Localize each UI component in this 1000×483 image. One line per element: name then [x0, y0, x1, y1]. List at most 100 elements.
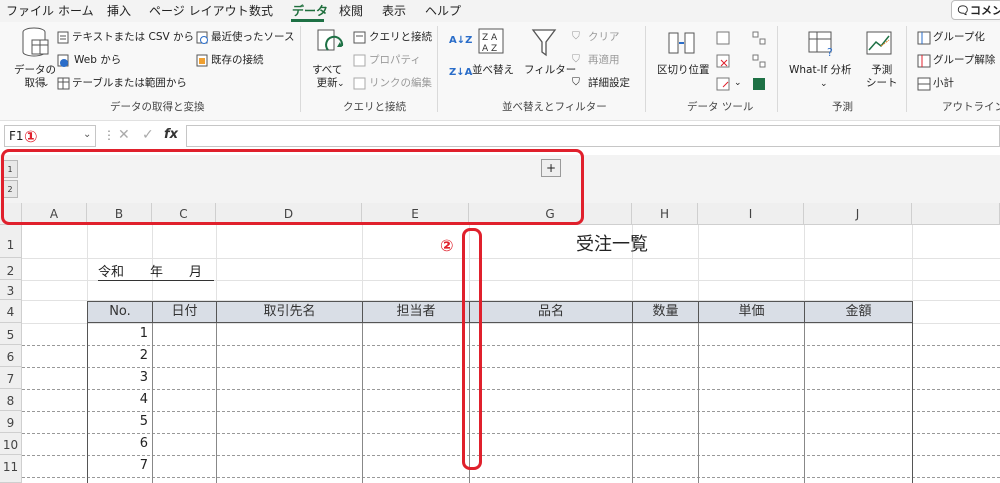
chevron-down-icon: ⌄ [820, 79, 828, 89]
row-number-cell[interactable]: 2 [108, 348, 148, 363]
row-number-cell[interactable]: 3 [108, 370, 148, 385]
properties-button[interactable]: プロパティ [369, 54, 421, 67]
consolidate-icon[interactable] [752, 31, 766, 45]
table-header-cell[interactable]: No. [87, 301, 153, 323]
table-header-cell[interactable]: 日付 [152, 301, 217, 323]
row-number-cell[interactable]: 5 [108, 414, 148, 429]
row-number-cell[interactable]: 6 [108, 436, 148, 451]
row-header[interactable]: 7 [0, 367, 22, 389]
recent-sources-icon [196, 31, 208, 44]
group-label-forecast: 予測 [832, 101, 853, 113]
sort-asc-icon[interactable]: A↓Z [449, 34, 472, 47]
row-header[interactable]: 10 [0, 433, 22, 455]
chevron-down-icon: ⌄ [734, 78, 742, 88]
clear-button[interactable]: クリア [588, 31, 620, 44]
table-header-cell[interactable]: 品名 [469, 301, 633, 323]
advanced-button[interactable]: 詳細設定 [588, 77, 630, 90]
menu-page-layout[interactable]: ページ レイアウト [149, 4, 249, 18]
cancel-icon[interactable]: ✕ [118, 127, 130, 143]
column-header[interactable]: J [804, 203, 912, 225]
menu-formulas[interactable]: 数式 [249, 4, 273, 18]
table-header-cell[interactable]: 取引先名 [216, 301, 363, 323]
queries-connections-button[interactable]: クエリと接続 [369, 31, 432, 44]
row-header[interactable]: 6 [0, 345, 22, 367]
filter-button[interactable]: フィルター [524, 64, 576, 77]
menu-review[interactable]: 校閲 [339, 4, 363, 18]
text-to-columns-button[interactable]: 区切り位置 [657, 64, 710, 77]
separator [906, 26, 907, 112]
group-button[interactable]: グループ化 [933, 31, 985, 44]
sort-desc-icon[interactable]: Z↓A [449, 66, 472, 79]
row-header[interactable]: 4 [0, 300, 22, 323]
column-header[interactable]: H [632, 203, 698, 225]
reapply-icon: ⛉ [572, 53, 580, 65]
clear-filter-icon: ⛉ [572, 30, 580, 42]
row-header[interactable]: 11 [0, 455, 22, 483]
forecast-sheet-button[interactable]: 予測 シート [866, 64, 898, 90]
chevron-down-icon: ⌄ [42, 79, 50, 89]
fx-icon[interactable]: fx [164, 127, 178, 142]
menu-help[interactable]: ヘルプ [425, 4, 461, 18]
menu-insert[interactable]: 挿入 [107, 4, 131, 18]
remove-duplicates-icon[interactable] [716, 54, 730, 68]
row-number-cell[interactable]: 1 [108, 326, 148, 341]
table-header-cell[interactable]: 数量 [632, 301, 699, 323]
svg-text:Z A: Z A [482, 33, 498, 43]
flash-fill-icon[interactable] [716, 31, 730, 45]
column-header[interactable]: I [698, 203, 804, 225]
row-header[interactable]: 8 [0, 389, 22, 411]
web-button[interactable]: Web から [74, 54, 121, 67]
row-header[interactable]: 1 [0, 225, 22, 258]
row-number-cell[interactable]: 7 [108, 458, 148, 473]
annotation-box-hidden-column [462, 228, 482, 470]
group-label-queries: クエリと接続 [343, 101, 406, 113]
enter-icon[interactable]: ✓ [142, 127, 154, 143]
row-header[interactable]: 9 [0, 411, 22, 433]
comment-button[interactable]: 🗨コメント [951, 0, 1000, 20]
table-header-cell[interactable]: 金額 [804, 301, 913, 323]
sort-button[interactable]: 並べ替え [472, 64, 514, 77]
recent-sources-button[interactable]: 最近使ったソース [211, 31, 294, 44]
menu-file[interactable]: ファイル [6, 4, 54, 18]
data-model-icon[interactable] [752, 77, 766, 91]
comment-icon: 🗨 [956, 4, 970, 17]
web-icon [57, 54, 69, 67]
column-header[interactable] [912, 203, 1000, 225]
row-header[interactable]: 5 [0, 323, 22, 345]
svg-text:?: ? [827, 46, 833, 58]
data-validation-icon[interactable] [716, 77, 730, 91]
formula-input[interactable] [186, 125, 1000, 147]
row-header[interactable]: 2 [0, 258, 22, 280]
table-header-cell[interactable]: 単価 [698, 301, 805, 323]
advanced-filter-icon: ⛉ [572, 76, 580, 88]
separator [300, 26, 301, 112]
text-csv-button[interactable]: テキストまたは CSV から [72, 31, 194, 44]
subtotal-button[interactable]: 小計 [933, 77, 954, 90]
ungroup-button[interactable]: グループ解除 [933, 54, 995, 67]
sheet-title[interactable]: 受注一覧 [576, 230, 648, 256]
what-if-button[interactable]: What-If 分析 [789, 64, 852, 77]
table-header-cell[interactable]: 担当者 [362, 301, 470, 323]
menu-data[interactable]: データ [292, 4, 328, 18]
get-data-button[interactable]: データの 取得 [14, 64, 56, 90]
row-header[interactable]: 3 [0, 280, 22, 300]
annotation-marker-1: ① [24, 127, 38, 146]
relationships-icon[interactable] [752, 54, 766, 68]
reapply-button[interactable]: 再適用 [588, 54, 620, 67]
refresh-all-icon [317, 29, 344, 51]
row-number-cell[interactable]: 4 [108, 392, 148, 407]
menu-bar: ファイル ホーム 挿入 ページ レイアウト 数式 データ 校閲 表示 ヘルプ 🗨… [0, 0, 1000, 22]
group-label-data-tools: データ ツール [687, 101, 754, 113]
menu-view[interactable]: 表示 [382, 4, 406, 18]
chevron-down-icon[interactable]: ⌄ [83, 129, 91, 140]
existing-connections-button[interactable]: 既存の接続 [211, 54, 264, 67]
menu-home[interactable]: ホーム [58, 4, 94, 18]
table-range-button[interactable]: テーブルまたは範囲から [72, 77, 187, 90]
date-line[interactable]: 令和 年 月 [98, 261, 214, 281]
group-label-get-data: データの取得と変換 [110, 101, 205, 113]
filter-icon [531, 29, 557, 57]
text-file-icon [57, 31, 69, 44]
edit-links-button[interactable]: リンクの編集 [369, 77, 432, 90]
annotation-marker-2: ② [440, 236, 454, 255]
more-icon: ⋮ [103, 128, 115, 142]
